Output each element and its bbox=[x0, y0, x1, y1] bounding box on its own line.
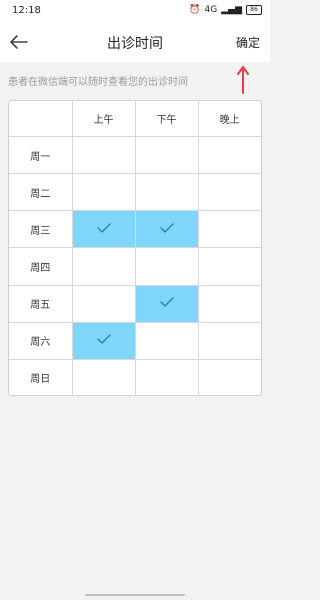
slot-cell[interactable] bbox=[134, 136, 199, 175]
day-label: 周一 bbox=[9, 136, 73, 175]
signal-icon: ▂▄▆ bbox=[221, 5, 242, 15]
slot-cell[interactable] bbox=[71, 247, 136, 286]
slot-cell[interactable] bbox=[134, 321, 199, 360]
slot-cell[interactable] bbox=[134, 247, 199, 286]
slot-cell[interactable] bbox=[197, 247, 261, 286]
slot-cell[interactable] bbox=[134, 173, 199, 212]
slot-cell[interactable] bbox=[134, 284, 199, 323]
battery-icon: 86 bbox=[246, 5, 262, 15]
slot-cell[interactable] bbox=[134, 358, 199, 395]
slot-cell[interactable] bbox=[71, 321, 136, 360]
schedule-header-row: 上午 下午 晚上 bbox=[9, 101, 261, 138]
check-icon bbox=[96, 223, 111, 233]
table-row: 周一 bbox=[9, 136, 261, 175]
slot-cell[interactable] bbox=[197, 173, 261, 212]
slot-cell[interactable] bbox=[197, 210, 261, 249]
column-header: 上午 bbox=[71, 101, 136, 138]
alarm-icon: ⏰ bbox=[189, 5, 201, 15]
check-icon bbox=[96, 334, 111, 344]
day-label: 周日 bbox=[9, 358, 73, 395]
confirm-button[interactable]: 确定 bbox=[236, 34, 260, 51]
corner-cell bbox=[9, 101, 73, 138]
status-icons: ⏰ 4G ▂▄▆ 86 bbox=[189, 5, 262, 15]
home-indicator bbox=[85, 594, 185, 596]
day-label: 周二 bbox=[9, 173, 73, 212]
slot-cell[interactable] bbox=[197, 136, 261, 175]
check-icon bbox=[159, 223, 174, 233]
day-label: 周三 bbox=[9, 210, 73, 249]
slot-cell[interactable] bbox=[71, 358, 136, 395]
nav-bar: 出诊时间 确定 bbox=[0, 24, 270, 62]
hint-text: 患者在微信端可以随时查看您的出诊时间 bbox=[8, 77, 188, 88]
table-row: 周六 bbox=[9, 321, 261, 360]
schedule-table: 上午 下午 晚上 周一 周二 周三 周四 周五 周六 周日 bbox=[8, 100, 262, 396]
slot-cell[interactable] bbox=[197, 284, 261, 323]
slot-cell[interactable] bbox=[71, 173, 136, 212]
day-label: 周五 bbox=[9, 284, 73, 323]
table-row: 周五 bbox=[9, 284, 261, 323]
status-time: 12:18 bbox=[12, 5, 41, 16]
table-row: 周三 bbox=[9, 210, 261, 249]
slot-cell[interactable] bbox=[71, 284, 136, 323]
slot-cell[interactable] bbox=[71, 136, 136, 175]
page-title: 出诊时间 bbox=[107, 36, 163, 52]
annotation-arrow-icon bbox=[237, 66, 249, 94]
table-row: 周二 bbox=[9, 173, 261, 212]
day-label: 周四 bbox=[9, 247, 73, 286]
network-label: 4G bbox=[204, 5, 218, 15]
column-header: 晚上 bbox=[197, 101, 261, 138]
slot-cell[interactable] bbox=[71, 210, 136, 249]
day-label: 周六 bbox=[9, 321, 73, 360]
table-row: 周日 bbox=[9, 358, 261, 395]
slot-cell[interactable] bbox=[197, 358, 261, 395]
status-bar: 12:18 ⏰ 4G ▂▄▆ 86 bbox=[0, 0, 270, 24]
column-header: 下午 bbox=[134, 101, 199, 138]
slot-cell[interactable] bbox=[197, 321, 261, 360]
table-row: 周四 bbox=[9, 247, 261, 286]
slot-cell[interactable] bbox=[134, 210, 199, 249]
check-icon bbox=[159, 297, 174, 307]
